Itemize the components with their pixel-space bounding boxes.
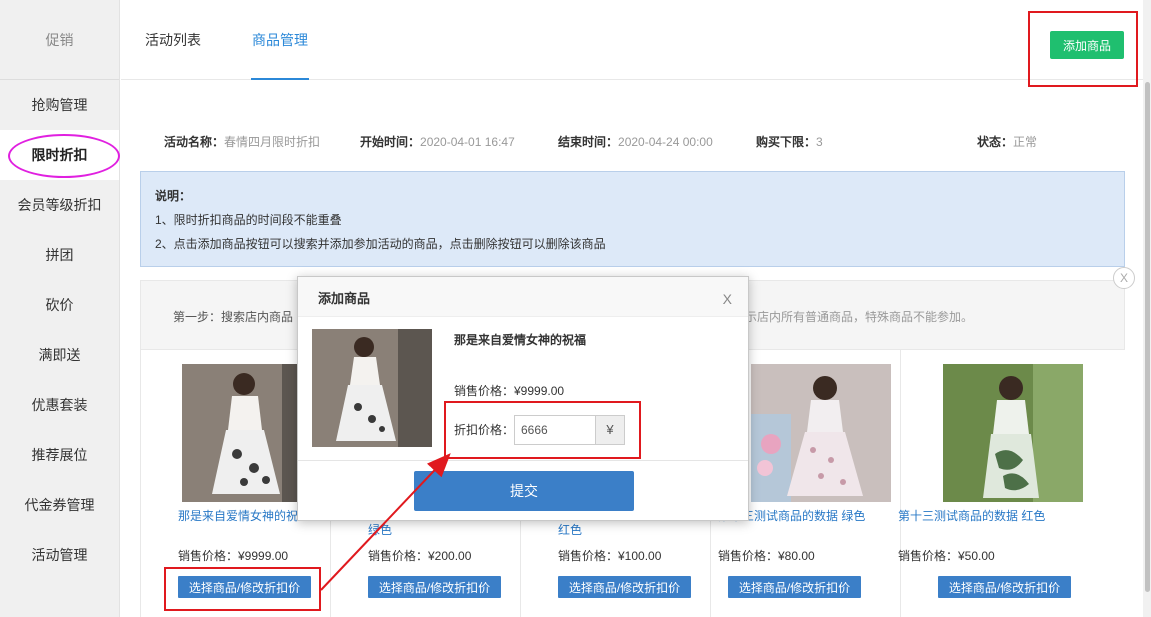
currency-addon: ¥ xyxy=(595,415,625,445)
add-product-button[interactable]: 添加商品 xyxy=(1050,31,1124,59)
start-time: 开始时间：2020-04-01 16:47 xyxy=(360,135,515,149)
sidebar-item-label: 限时折扣 xyxy=(31,147,88,163)
select-product-button[interactable]: 选择商品/修改折扣价 xyxy=(178,576,311,598)
product-price: 销售价格：¥80.00 xyxy=(718,549,815,563)
sidebar-item-bargain[interactable]: 砍价 xyxy=(0,280,119,330)
product-price: 销售价格：¥50.00 xyxy=(898,549,995,563)
notice-title: 说明： xyxy=(155,189,192,203)
activity-name: 活动名称：春情四月限时折扣 xyxy=(164,135,321,149)
modal-close-icon[interactable]: X xyxy=(723,277,732,321)
sidebar-item-bundle[interactable]: 优惠套装 xyxy=(0,380,119,430)
submit-button[interactable]: 提交 xyxy=(414,471,634,511)
select-product-button[interactable]: 选择商品/修改折扣价 xyxy=(728,576,861,598)
sidebar-item-group-buy[interactable]: 拼团 xyxy=(0,230,119,280)
product-image xyxy=(751,364,891,502)
sidebar-header: 促销 xyxy=(0,0,119,80)
end-time: 结束时间：2020-04-24 00:00 xyxy=(558,135,713,149)
product-image xyxy=(943,364,1083,502)
product-price: 销售价格：¥9999.00 xyxy=(178,549,289,563)
product-price: 销售价格：¥200.00 xyxy=(368,549,472,563)
product-name[interactable]: 绿色 xyxy=(368,522,520,538)
tab-activity-list[interactable]: 活动列表 xyxy=(145,0,201,80)
discount-label: 折扣价格： xyxy=(454,423,515,437)
select-product-button[interactable]: 选择商品/修改折扣价 xyxy=(938,576,1071,598)
sidebar-item-full-gift[interactable]: 满即送 xyxy=(0,330,119,380)
sidebar-item-member-discount[interactable]: 会员等级折扣 xyxy=(0,180,119,230)
notice-line: 2、点击添加商品按钮可以搜索并添加参加活动的商品，点击删除按钮可以删除该商品 xyxy=(155,237,606,251)
product-name[interactable]: 第十三测试商品的数据 红色 xyxy=(898,508,1050,524)
modal-product-price: 销售价格：¥9999.00 xyxy=(454,384,565,398)
step-one-label: 第一步：搜索店内商品 xyxy=(173,310,294,324)
modal-product-name: 那是来自爱情女神的祝福 xyxy=(454,333,587,347)
select-product-button[interactable]: 选择商品/修改折扣价 xyxy=(558,576,691,598)
purchase-limit: 购买下限：3 xyxy=(756,135,823,149)
scrollbar-thumb[interactable] xyxy=(1145,82,1150,592)
close-icon[interactable]: X xyxy=(1113,267,1135,289)
select-product-button[interactable]: 选择商品/修改折扣价 xyxy=(368,576,501,598)
sidebar-item-activity[interactable]: 活动管理 xyxy=(0,530,119,580)
sidebar-item-time-discount[interactable]: 限时折扣 xyxy=(0,130,120,180)
add-product-modal: 添加商品 X 那是来自爱情女神的祝福 销售价格：¥9999.00 折扣价格： ¥… xyxy=(297,276,749,521)
product-card: 第十三测试商品的数据 红色 销售价格：¥50.00 选择商品/修改折扣价 xyxy=(898,350,1091,617)
sidebar-item-flash-sale[interactable]: 抢购管理 xyxy=(0,80,119,130)
sidebar: 促销 抢购管理 限时折扣 会员等级折扣 拼团 砍价 满即送 优惠套装 推荐展位 … xyxy=(0,0,120,617)
modal-product-image xyxy=(312,329,432,447)
sidebar-item-voucher[interactable]: 代金券管理 xyxy=(0,480,119,530)
discount-price-input[interactable] xyxy=(514,415,596,445)
modal-header: 添加商品 X xyxy=(298,277,748,317)
top-bar: 活动列表 商品管理 添加商品 xyxy=(121,0,1151,80)
sidebar-item-recommend-slot[interactable]: 推荐展位 xyxy=(0,430,119,480)
tab-product-management[interactable]: 商品管理 xyxy=(251,0,309,80)
notice-line: 1、限时折扣商品的时间段不能重叠 xyxy=(155,213,342,227)
status: 状态：正常 xyxy=(977,135,1038,149)
product-name[interactable]: 红色 xyxy=(558,522,710,538)
notice-box: 说明： 1、限时折扣商品的时间段不能重叠 2、点击添加商品按钮可以搜索并添加参加… xyxy=(140,171,1125,267)
product-price: 销售价格：¥100.00 xyxy=(558,549,662,563)
modal-divider xyxy=(298,460,748,461)
modal-title: 添加商品 xyxy=(318,291,371,306)
step-hint: 示店内所有普通商品，特殊商品不能参加。 xyxy=(745,310,974,324)
